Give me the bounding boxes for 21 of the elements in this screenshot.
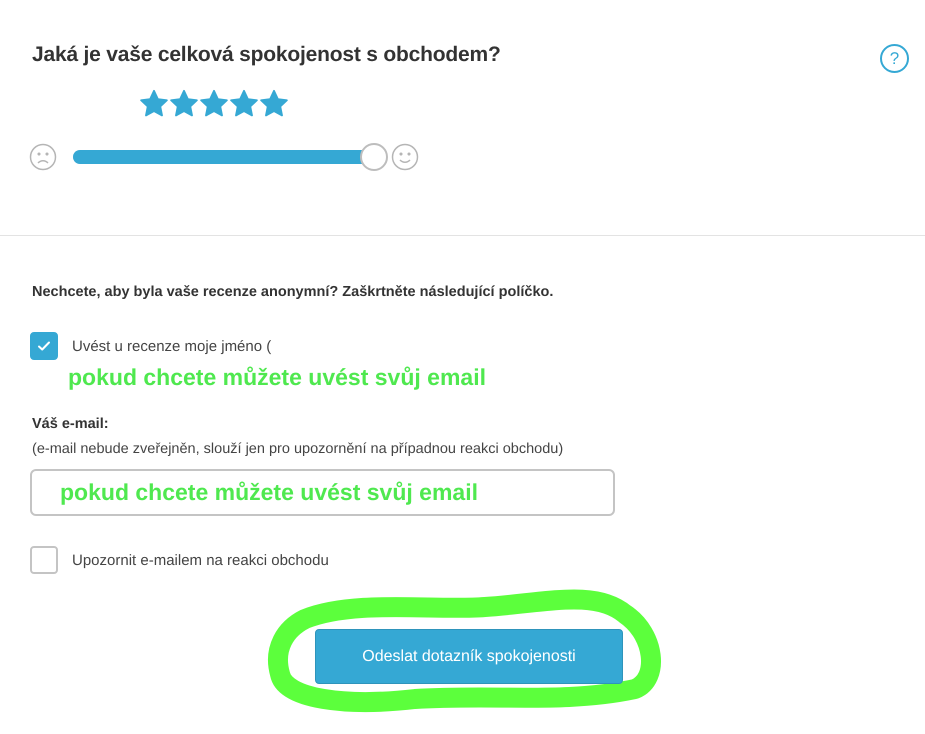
email-field[interactable]: pokud chcete můžete uvést svůj email <box>30 469 615 516</box>
star-icon[interactable] <box>229 89 259 119</box>
checkbox[interactable] <box>30 546 58 574</box>
satisfaction-slider[interactable] <box>73 143 386 171</box>
sad-face-icon <box>29 143 57 171</box>
annotation-text: pokud chcete můžete uvést svůj email <box>68 364 486 391</box>
email-label: Váš e-mail: <box>32 416 110 432</box>
happy-face-icon <box>391 143 419 171</box>
submit-button[interactable]: Odeslat dotazník spokojenosti <box>315 629 623 684</box>
slider-handle[interactable] <box>360 143 388 171</box>
star-icon[interactable] <box>139 89 169 119</box>
checkbox[interactable] <box>30 332 58 360</box>
checkbox-label[interactable]: Upozornit e-mailem na reakci obchodu <box>72 552 329 568</box>
anonymity-prompt: Nechcete, aby byla vaše recenze anonymní? Zaškrtněte následující políčko. <box>32 284 554 300</box>
checkbox-label[interactable]: Uvést u recenze moje jméno ( <box>72 338 272 354</box>
star-icon[interactable] <box>259 89 289 119</box>
email-hint: (e-mail nebude zveřejněn, slouží jen pro upozornění na případnou reakci obchodu) <box>32 441 564 457</box>
question-title: Jaká je vaše celková spokojenost s obchodem? <box>32 43 502 67</box>
star-icon[interactable] <box>169 89 199 119</box>
star-icon[interactable] <box>199 89 229 119</box>
help-button[interactable]: ? <box>880 44 909 73</box>
